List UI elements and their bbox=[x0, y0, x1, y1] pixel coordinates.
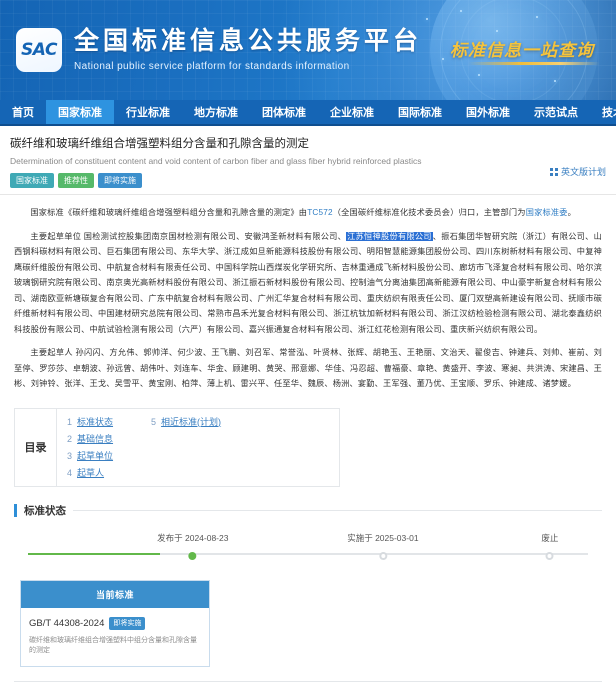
nav-item-local-standard[interactable]: 地方标准 bbox=[182, 100, 250, 124]
section-divider bbox=[73, 510, 602, 511]
site-banner: SAC 全国标准信息公共服务平台 National public service… bbox=[0, 0, 616, 100]
toc-link-label[interactable]: 起草单位 bbox=[77, 450, 113, 462]
toc-column-1: 1 标准状态 2 基础信息 3 起草单位 4 起草人 bbox=[67, 416, 113, 479]
english-version-plan-label: 英文版计划 bbox=[561, 165, 606, 178]
toc-number: 1 bbox=[67, 416, 72, 428]
status-badge-recommended: 推荐性 bbox=[58, 173, 94, 188]
toc-column-2: 5 相近标准(计划) bbox=[151, 416, 221, 479]
toc-link-label[interactable]: 基础信息 bbox=[77, 433, 113, 445]
drafters-paragraph: 主要起草人 孙闪闪、方允伟、郭帅洋、何少波、王飞鹏、刘召军、常誉泓、叶贤林、张辉… bbox=[14, 345, 602, 392]
slogan-underline bbox=[468, 62, 600, 65]
toc-item-related-standards[interactable]: 5 相近标准(计划) bbox=[151, 416, 221, 428]
status-badge-national: 国家标准 bbox=[10, 173, 54, 188]
nav-item-enterprise-standard[interactable]: 企业标准 bbox=[318, 100, 386, 124]
toc-link-label[interactable]: 起草人 bbox=[77, 467, 104, 479]
nav-item-technical-committee[interactable]: 技术委员会 bbox=[590, 100, 616, 124]
sac-logo[interactable]: SAC bbox=[16, 28, 62, 72]
banner-slogan: 标准信息一站查询 bbox=[450, 36, 594, 61]
toc-link-label[interactable]: 标准状态 bbox=[77, 416, 113, 428]
nav-item-industry-standard[interactable]: 行业标准 bbox=[114, 100, 182, 124]
toc-section: 目录 1 标准状态 2 基础信息 3 起草单位 4 起草人 bbox=[0, 404, 616, 487]
toc-columns: 1 标准状态 2 基础信息 3 起草单位 4 起草人 5 bbox=[57, 409, 339, 486]
timeline-node-abolished[interactable]: 废止 bbox=[541, 532, 558, 560]
units-suffix-text: 、振石集团华智研究院（浙江）有限公司、山西钢科碳材料有限公司、巨石集团有限公司、… bbox=[14, 232, 602, 334]
standard-title-block: 碳纤维和玻璃纤维组合增强塑料组分含量和孔隙含量的测定 Determination… bbox=[0, 126, 616, 195]
timeline-dot-effective bbox=[379, 552, 387, 560]
standard-code-row: GB/T 44308-2024 即将实施 bbox=[29, 617, 201, 630]
current-standard-card[interactable]: 当前标准 GB/T 44308-2024 即将实施 碳纤维和玻璃纤维组合增强塑料… bbox=[20, 580, 210, 667]
toc-link-label[interactable]: 相近标准(计划) bbox=[161, 416, 221, 428]
timeline-label-published: 发布于 2024-08-23 bbox=[157, 532, 228, 544]
timeline-node-published[interactable]: 发布于 2024-08-23 bbox=[157, 532, 228, 560]
standard-code[interactable]: GB/T 44308-2024 bbox=[29, 618, 104, 629]
card-status-badge: 即将实施 bbox=[109, 617, 145, 630]
standard-card-description: 碳纤维和玻璃纤维组合增强塑料中组分含量和孔隙含量的测定 bbox=[29, 636, 201, 656]
main-navigation: 首页 国家标准 行业标准 地方标准 团体标准 企业标准 国际标准 国外标准 示范… bbox=[0, 100, 616, 126]
status-badge-group: 国家标准 推荐性 即将实施 bbox=[10, 173, 606, 188]
sac-logo-text: SAC bbox=[21, 40, 57, 60]
status-timeline: 发布于 2024-08-23 实施于 2025-03-01 废止 bbox=[20, 532, 596, 568]
nav-item-demonstration-pilot[interactable]: 示范试点 bbox=[522, 100, 590, 124]
toc-item-basic-info[interactable]: 2 基础信息 bbox=[67, 433, 113, 445]
section-title: 标准状态 bbox=[24, 503, 66, 518]
nav-item-national-standard[interactable]: 国家标准 bbox=[46, 100, 114, 124]
nav-item-home[interactable]: 首页 bbox=[0, 100, 46, 124]
brand-block: 全国标准信息公共服务平台 National public service pla… bbox=[74, 26, 422, 72]
intro-paragraph: 国家标准《碳纤维和玻璃纤维组合增强塑料组分含量和孔隙含量的测定》由TC572（全… bbox=[14, 205, 602, 221]
status-badge-upcoming: 即将实施 bbox=[98, 173, 142, 188]
table-of-contents: 目录 1 标准状态 2 基础信息 3 起草单位 4 起草人 bbox=[14, 408, 340, 487]
standard-status-section: 标准状态 发布于 2024-08-23 实施于 2025-03-01 废止 当前… bbox=[0, 503, 616, 682]
timeline-progress bbox=[28, 553, 160, 555]
timeline-node-effective[interactable]: 实施于 2025-03-01 bbox=[347, 532, 418, 560]
highlighted-unit: 江苏恒神股份有限公司 bbox=[346, 232, 433, 241]
timeline-dot-published bbox=[189, 552, 197, 560]
toc-item-drafters[interactable]: 4 起草人 bbox=[67, 467, 113, 479]
page-title-english: Determination of constituent content and… bbox=[10, 155, 606, 167]
toc-number: 4 bbox=[67, 467, 72, 479]
tc-code-link[interactable]: TC572 bbox=[307, 208, 333, 217]
section-header: 标准状态 bbox=[14, 503, 602, 518]
nav-item-international-standard[interactable]: 国际标准 bbox=[386, 100, 454, 124]
units-prefix-text: 主要起草单位 国检测试控股集团南京国材检测有限公司、安徽鸿圣新材料有限公司、 bbox=[30, 232, 346, 241]
site-title-cn: 全国标准信息公共服务平台 bbox=[74, 26, 422, 56]
site-title-en: National public service platform for sta… bbox=[74, 61, 422, 72]
intro-suffix-text: 。 bbox=[568, 208, 576, 217]
nav-item-group-standard[interactable]: 团体标准 bbox=[250, 100, 318, 124]
intro-prefix-text: 国家标准《碳纤维和玻璃纤维组合增强塑料组分含量和孔隙含量的测定》由 bbox=[30, 208, 307, 217]
grid-icon bbox=[550, 168, 558, 176]
current-standard-card-header: 当前标准 bbox=[21, 581, 209, 608]
current-standard-card-body: GB/T 44308-2024 即将实施 碳纤维和玻璃纤维组合增强塑料中组分含量… bbox=[21, 608, 209, 666]
drafting-units-paragraph: 主要起草单位 国检测试控股集团南京国材检测有限公司、安徽鸿圣新材料有限公司、江苏… bbox=[14, 229, 602, 338]
toc-number: 2 bbox=[67, 433, 72, 445]
nav-item-foreign-standard[interactable]: 国外标准 bbox=[454, 100, 522, 124]
toc-item-standard-status[interactable]: 1 标准状态 bbox=[67, 416, 113, 428]
timeline-label-abolished: 废止 bbox=[541, 532, 558, 544]
authority-link[interactable]: 国家标准委 bbox=[526, 208, 568, 217]
toc-label: 目录 bbox=[15, 409, 57, 486]
standard-description: 国家标准《碳纤维和玻璃纤维组合增强塑料组分含量和孔隙含量的测定》由TC572（全… bbox=[0, 195, 616, 404]
toc-number: 5 bbox=[151, 416, 156, 428]
page-title: 碳纤维和玻璃纤维组合增强塑料组分含量和孔隙含量的测定 bbox=[10, 137, 606, 152]
toc-item-drafting-units[interactable]: 3 起草单位 bbox=[67, 450, 113, 462]
intro-middle-text: （全国碳纤维标准化技术委员会）归口，主管部门为 bbox=[333, 208, 526, 217]
timeline-dot-abolished bbox=[546, 552, 554, 560]
page-bottom-divider bbox=[14, 681, 602, 682]
toc-number: 3 bbox=[67, 450, 72, 462]
timeline-label-effective: 实施于 2025-03-01 bbox=[347, 532, 418, 544]
section-accent-bar bbox=[14, 504, 17, 517]
english-version-plan-link[interactable]: 英文版计划 bbox=[550, 165, 606, 178]
